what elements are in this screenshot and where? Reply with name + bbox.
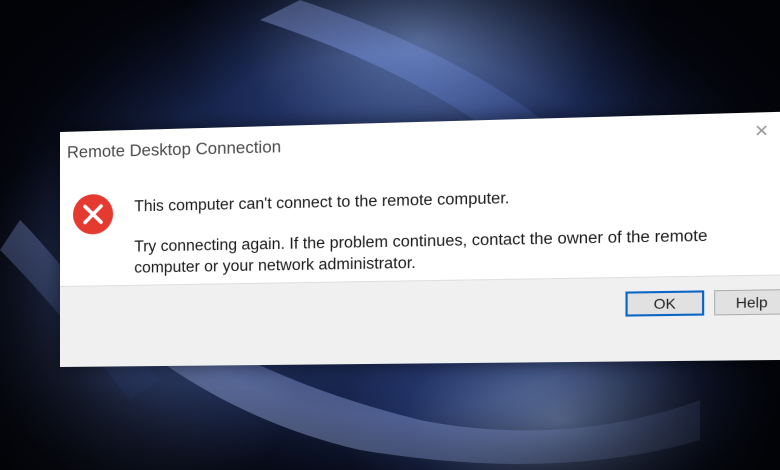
close-button[interactable]: ✕: [749, 120, 773, 144]
dialog-title: Remote Desktop Connection: [66, 138, 282, 162]
help-button[interactable]: Help: [714, 289, 780, 316]
error-message: This computer can't connect to the remot…: [134, 189, 510, 216]
ok-button[interactable]: OK: [625, 290, 705, 317]
dialog-footer: OK Help: [60, 274, 780, 367]
error-detail: Try connecting again. If the problem con…: [134, 227, 708, 277]
error-icon: [72, 193, 113, 234]
error-dialog: Remote Desktop Connection ✕ This compute…: [60, 111, 780, 367]
